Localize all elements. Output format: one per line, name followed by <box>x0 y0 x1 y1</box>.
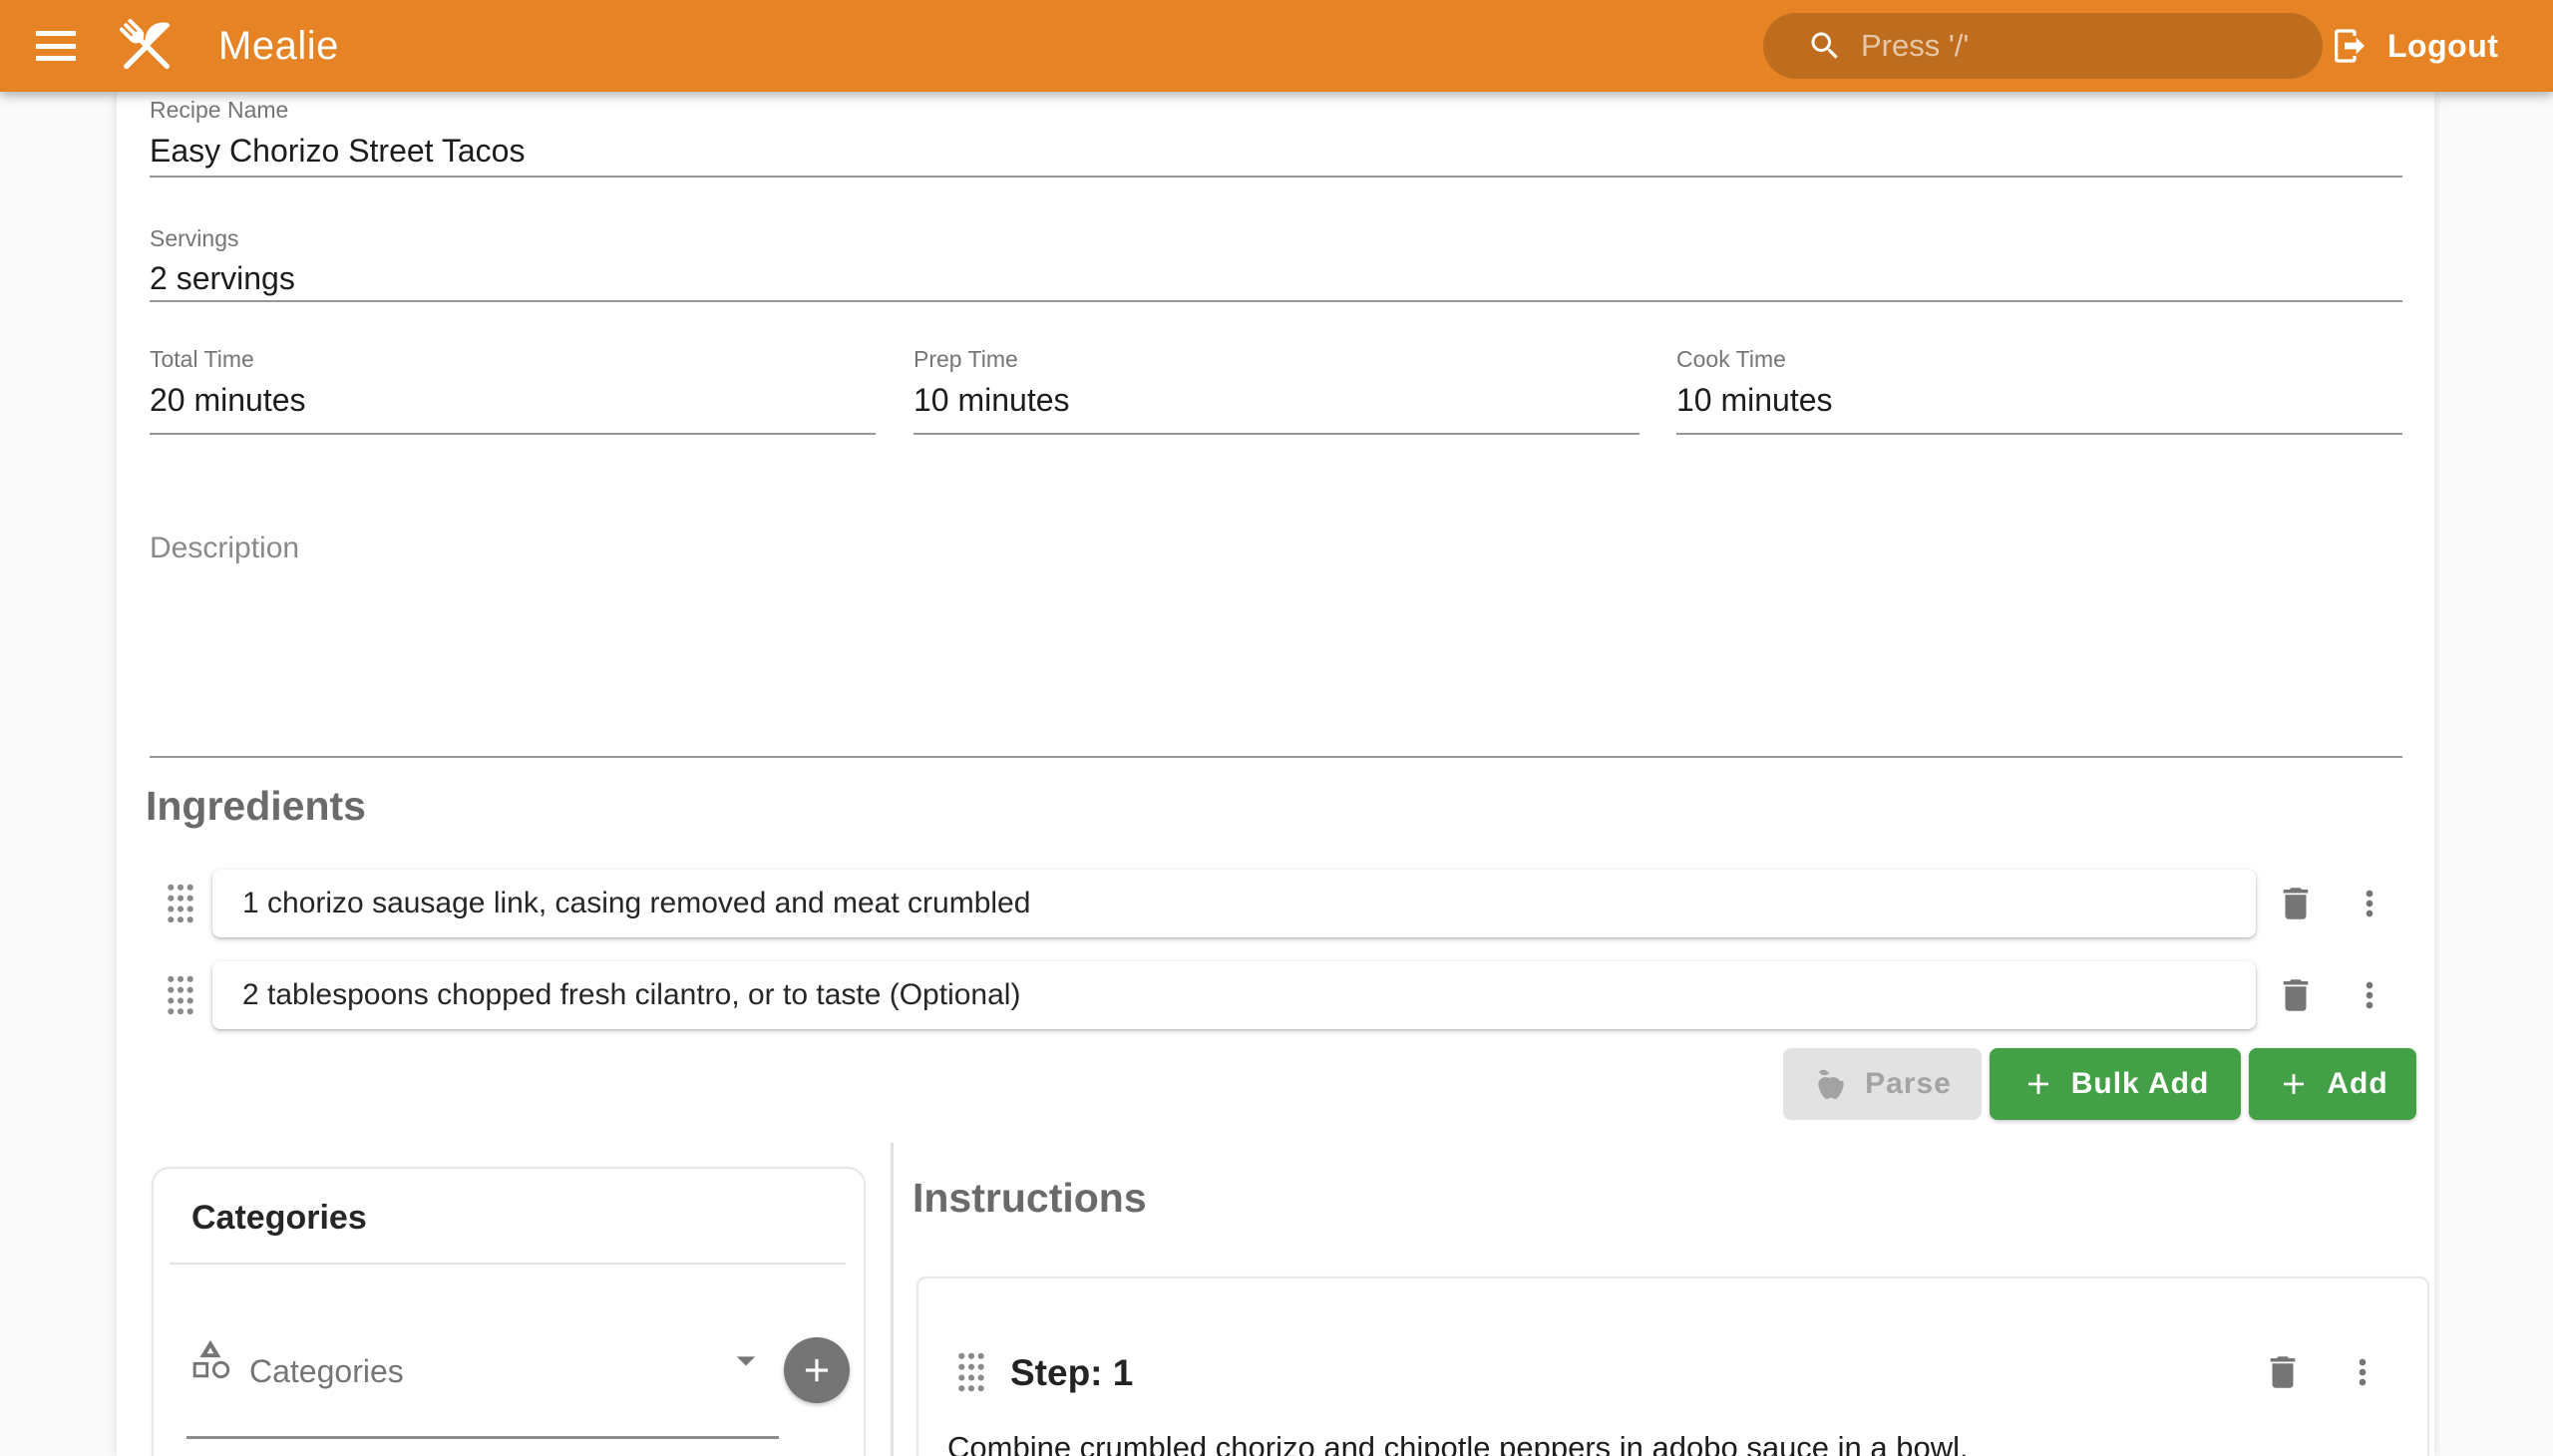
categories-select-underline <box>186 1436 779 1439</box>
recipe-name-underline <box>150 176 2402 178</box>
ingredient-input[interactable] <box>240 977 2228 1013</box>
cook-time-underline <box>1676 433 2402 435</box>
kebab-menu-icon <box>2350 884 2389 923</box>
ingredient-row <box>150 870 2402 937</box>
app-title: Mealie <box>218 0 339 92</box>
categories-select[interactable]: Categories <box>249 1353 404 1390</box>
categories-title: Categories <box>191 1199 367 1238</box>
shapes-category-icon <box>187 1336 233 1382</box>
trash-icon <box>2275 974 2317 1016</box>
add-category-button[interactable] <box>784 1337 850 1403</box>
recipe-name-input[interactable] <box>150 128 2402 174</box>
trash-icon <box>2275 883 2317 924</box>
prep-time-underline <box>913 433 1640 435</box>
servings-underline <box>150 300 2402 302</box>
recipe-name-label: Recipe Name <box>150 97 288 124</box>
bulk-add-button[interactable]: Bulk Add <box>1990 1048 2241 1120</box>
kebab-menu-icon <box>2343 1352 2382 1392</box>
logout-button[interactable]: Logout <box>2330 0 2498 92</box>
add-button[interactable]: Add <box>2249 1048 2416 1120</box>
logout-icon <box>2330 26 2370 66</box>
plus-icon <box>2277 1067 2311 1101</box>
prep-time-label: Prep Time <box>913 346 1018 373</box>
logout-label: Logout <box>2387 28 2498 65</box>
description-textarea[interactable] <box>150 573 2402 748</box>
recipe-editor-page: Mealie Logout Recipe Name Servings Total… <box>0 0 2553 1456</box>
ingredient-card <box>212 870 2256 937</box>
drag-handle-icon[interactable] <box>166 882 197 925</box>
add-label: Add <box>2327 1067 2387 1101</box>
plus-icon <box>2021 1067 2055 1101</box>
kebab-menu-icon <box>2350 975 2389 1015</box>
prep-time-input[interactable] <box>913 377 1640 423</box>
step-menu-button[interactable] <box>2327 1336 2398 1408</box>
apple-icon <box>1813 1066 1849 1102</box>
search-icon <box>1807 28 1843 64</box>
ingredients-heading: Ingredients <box>146 783 366 830</box>
ingredient-card <box>212 961 2256 1029</box>
divider <box>170 1263 846 1265</box>
servings-label: Servings <box>150 225 238 252</box>
parse-label: Parse <box>1865 1067 1952 1101</box>
instructions-heading: Instructions <box>912 1175 1147 1222</box>
ingredient-menu-button[interactable] <box>2334 870 2405 937</box>
chevron-down-icon[interactable] <box>724 1338 768 1382</box>
parse-button[interactable]: Parse <box>1783 1048 1982 1120</box>
total-time-label: Total Time <box>150 346 254 373</box>
drag-handle-icon[interactable] <box>956 1350 988 1394</box>
column-divider <box>891 1143 894 1456</box>
ingredient-input[interactable] <box>240 886 2228 921</box>
step-text-input[interactable]: Combine crumbled chorizo and chipotle pe… <box>947 1426 2383 1456</box>
description-underline <box>150 756 2402 758</box>
drag-handle-icon[interactable] <box>166 973 197 1017</box>
total-time-input[interactable] <box>150 377 876 423</box>
servings-input[interactable] <box>150 255 2402 301</box>
total-time-underline <box>150 433 876 435</box>
plus-icon <box>798 1351 836 1389</box>
ingredient-menu-button[interactable] <box>2334 961 2405 1029</box>
mealie-fork-knife-logo-icon <box>112 11 182 81</box>
cook-time-input[interactable] <box>1676 377 2402 423</box>
hamburger-menu-icon[interactable] <box>36 31 78 61</box>
delete-step-button[interactable] <box>2247 1336 2319 1408</box>
delete-ingredient-button[interactable] <box>2260 961 2332 1029</box>
instruction-step-card: Step: 1 Combine crumbled chorizo and chi… <box>916 1276 2429 1456</box>
ingredient-row <box>150 961 2402 1029</box>
cook-time-label: Cook Time <box>1676 346 1786 373</box>
description-label: Description <box>150 532 299 565</box>
search-input[interactable] <box>1859 27 2293 65</box>
app-bar: Mealie Logout <box>0 0 2553 92</box>
bulk-add-label: Bulk Add <box>2071 1067 2210 1101</box>
step-title: Step: 1 <box>1010 1352 1133 1394</box>
delete-ingredient-button[interactable] <box>2260 870 2332 937</box>
trash-icon <box>2262 1351 2304 1393</box>
search-box[interactable] <box>1763 13 2323 79</box>
categories-card: Categories Categories <box>152 1167 866 1456</box>
